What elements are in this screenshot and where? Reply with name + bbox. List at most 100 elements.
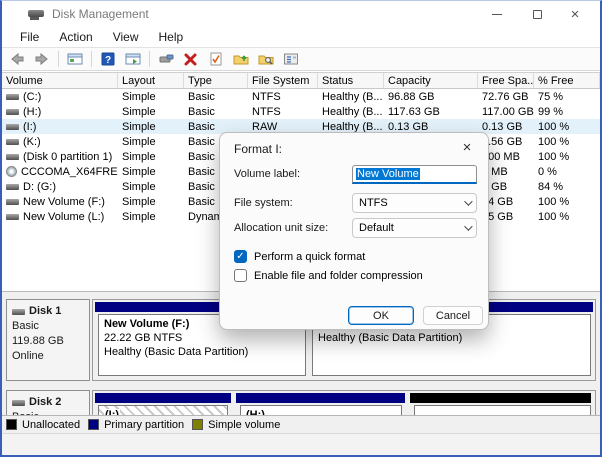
quick-format-label: Perform a quick format [254,251,365,263]
allocation-label: Allocation unit size: [234,222,328,234]
disk-icon [12,400,25,406]
allocation-select[interactable]: Default [352,218,477,238]
cell-volume: (H:) [23,106,41,118]
cell-volume: (I:) [23,121,36,133]
disk2-strip-3 [410,393,591,403]
quick-format-row: ✓ Perform a quick format [234,250,365,263]
app-icon [28,9,44,21]
file-system-value: NTFS [359,197,388,209]
volume-label-input[interactable]: New Volume [352,165,477,184]
forward-icon[interactable] [31,49,53,69]
cell-volume: New Volume (L:) [23,211,104,223]
col-volume[interactable]: Volume [2,73,118,88]
disk1-label[interactable]: Disk 1 Basic 119.88 GB Online [6,299,90,381]
ok-button[interactable]: OK [348,306,414,325]
cell-pct: 0 % [534,164,600,179]
menu-help[interactable]: Help [149,28,194,46]
cancel-button[interactable]: Cancel [423,306,483,325]
disk2-name: Disk 2 [29,395,61,410]
col-type[interactable]: Type [184,73,248,88]
partition-health: Healthy (Basic Data Partition) [318,331,585,345]
cell-layout: Simple [118,194,184,209]
cell-pct: 100 % [534,149,600,164]
cell-volume: New Volume (F:) [23,196,105,208]
cell-free: 117.00 GB [478,104,534,119]
menu-file[interactable]: File [10,28,49,46]
menu-bar: File Action View Help [2,27,600,47]
file-system-select[interactable]: NTFS [352,193,477,213]
open-folder-icon[interactable] [230,49,252,69]
cell-status: Healthy (B... [318,89,384,104]
col-pct-free[interactable]: % Free [534,73,600,88]
properties-icon[interactable] [280,49,302,69]
back-icon[interactable] [6,49,28,69]
check-volume-icon[interactable] [205,49,227,69]
close-button[interactable]: × [558,1,592,27]
col-layout[interactable]: Layout [118,73,184,88]
cell-layout: Simple [118,209,184,224]
col-file-system[interactable]: File System [248,73,318,88]
minimize-button[interactable] [480,1,514,27]
compression-checkbox[interactable] [234,269,247,282]
disk1-name: Disk 1 [29,304,61,319]
disk-icon [12,309,25,315]
format-dialog: Format I: × Volume label: New Volume Fil… [219,132,489,330]
volume-icon [6,139,19,145]
cd-icon [6,166,17,177]
cell-capacity: 96.88 GB [384,89,478,104]
volume-icon [6,214,19,220]
disk1-size: 119.88 GB [12,334,84,349]
cell-fs: NTFS [248,89,318,104]
console-window-icon[interactable] [64,49,86,69]
find-icon[interactable] [255,49,277,69]
disk2-strip-1 [95,393,231,403]
cell-pct: 100 % [534,209,600,224]
cell-pct: 75 % [534,89,600,104]
cell-free: 0.13 GB [478,119,534,134]
cell-volume: (K:) [23,136,41,148]
cell-pct: 100 % [534,134,600,149]
dialog-title: Format I: [234,142,282,156]
legend-unallocated: Unallocated [6,419,80,431]
refresh-icon[interactable] [155,49,177,69]
delete-icon[interactable] [180,49,202,69]
dialog-close-icon[interactable]: × [458,139,476,156]
unallocated-swatch [6,419,17,430]
window-title: Disk Management [52,7,149,21]
file-system-label: File system: [234,197,293,209]
maximize-button[interactable] [520,1,554,27]
quick-format-checkbox[interactable]: ✓ [234,250,247,263]
legend-simple-volume: Simple volume [192,419,280,431]
title-bar: Disk Management × [2,1,600,27]
svg-text:?: ? [105,55,111,66]
allocation-value: Default [359,222,394,234]
menu-action[interactable]: Action [49,28,102,46]
show-console-tree-icon[interactable] [122,49,144,69]
disk1-kind: Basic [12,319,84,334]
cell-layout: Simple [118,104,184,119]
cell-pct: 100 % [534,194,600,209]
help-icon[interactable]: ? [97,49,119,69]
cell-capacity: 117.63 GB [384,104,478,119]
col-capacity[interactable]: Capacity [384,73,478,88]
volume-icon [6,184,19,190]
toolbar: ? [2,47,600,71]
col-status[interactable]: Status [318,73,384,88]
cell-status: Healthy (B... [318,104,384,119]
table-row[interactable]: (C:) Simple Basic NTFS Healthy (B... 96.… [2,89,600,104]
cell-free: 72.76 GB [478,89,534,104]
cell-layout: Simple [118,149,184,164]
compression-label: Enable file and folder compression [254,270,423,282]
cell-layout: Simple [118,89,184,104]
col-free-space[interactable]: Free Spa... [478,73,534,88]
menu-view[interactable]: View [103,28,149,46]
status-strip [2,433,600,455]
cell-layout: Simple [118,164,184,179]
table-row[interactable]: (H:) Simple Basic NTFS Healthy (B... 117… [2,104,600,119]
cell-pct: 99 % [534,104,600,119]
toolbar-separator [58,51,59,67]
cell-layout: Simple [118,119,184,134]
compression-row: Enable file and folder compression [234,269,423,282]
disk-management-window: Disk Management × File Action View Help … [0,0,602,457]
volume-label-value: New Volume [356,168,420,180]
